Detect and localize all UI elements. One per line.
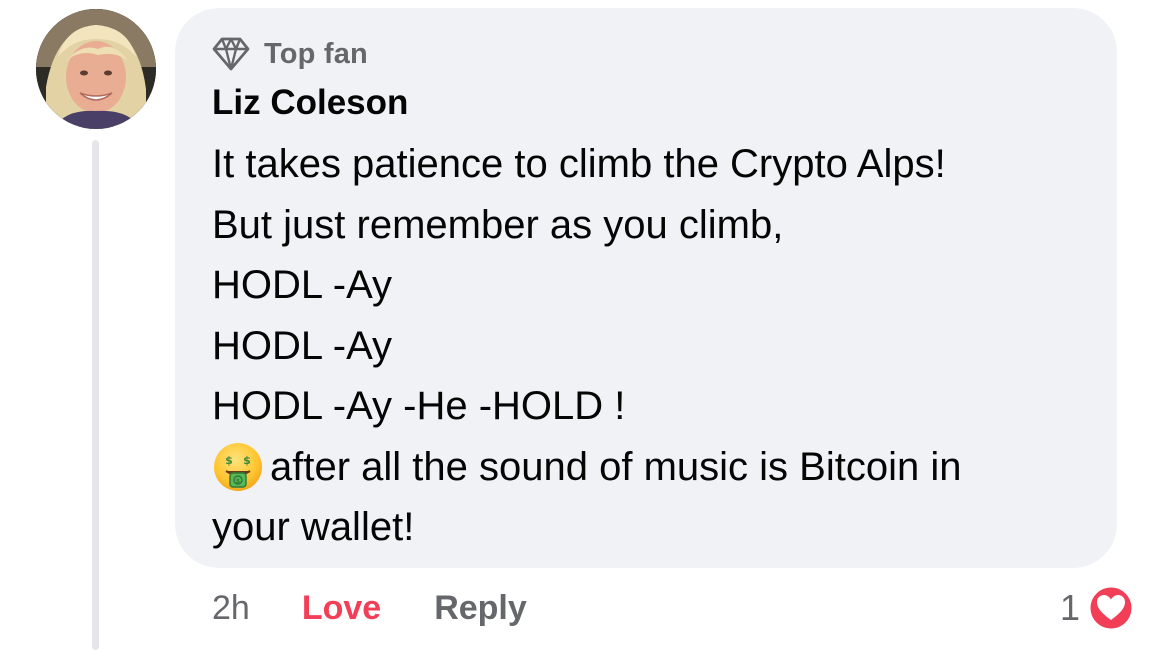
comment-line: your wallet! [212, 505, 415, 549]
svg-text:$: $ [225, 454, 233, 467]
comment-line: But just remember as you climb, [212, 202, 784, 247]
author-name[interactable]: Liz Coleson [212, 82, 408, 124]
love-button[interactable]: Love [302, 589, 381, 628]
comment-text: It takes patience to climb the Crypto Al… [212, 134, 1102, 558]
avatar-image [36, 9, 156, 129]
avatar[interactable] [36, 9, 156, 129]
comment-line: It takes patience to climb the Crypto Al… [212, 142, 946, 186]
diamond-icon [212, 37, 250, 71]
reaction-count: 1 [1059, 587, 1080, 628]
svg-text:$: $ [236, 478, 240, 485]
top-fan-badge: Top fan [212, 36, 368, 72]
money-mouth-face-icon: $ $ $ [214, 442, 262, 491]
badge-label: Top fan [264, 37, 368, 70]
comment-line: HODL -Ay -He -HOLD ! [212, 384, 626, 428]
emoji-line-text: after all the sound of music is Bitcoin … [270, 444, 962, 489]
reaction-summary[interactable]: 1 [1060, 583, 1136, 633]
svg-text:$: $ [243, 454, 251, 467]
comment-actions: 2h Love Reply [212, 585, 527, 631]
comment-line: $ $ $ after all the sound of music is Bi… [212, 437, 1102, 498]
heart-reaction-icon [1087, 584, 1135, 632]
comment-line: HODL -Ay [212, 263, 393, 307]
comment-line: HODL -Ay [212, 323, 393, 368]
reply-button[interactable]: Reply [434, 589, 527, 628]
timestamp[interactable]: 2h [212, 589, 250, 628]
thread-line [92, 140, 99, 650]
